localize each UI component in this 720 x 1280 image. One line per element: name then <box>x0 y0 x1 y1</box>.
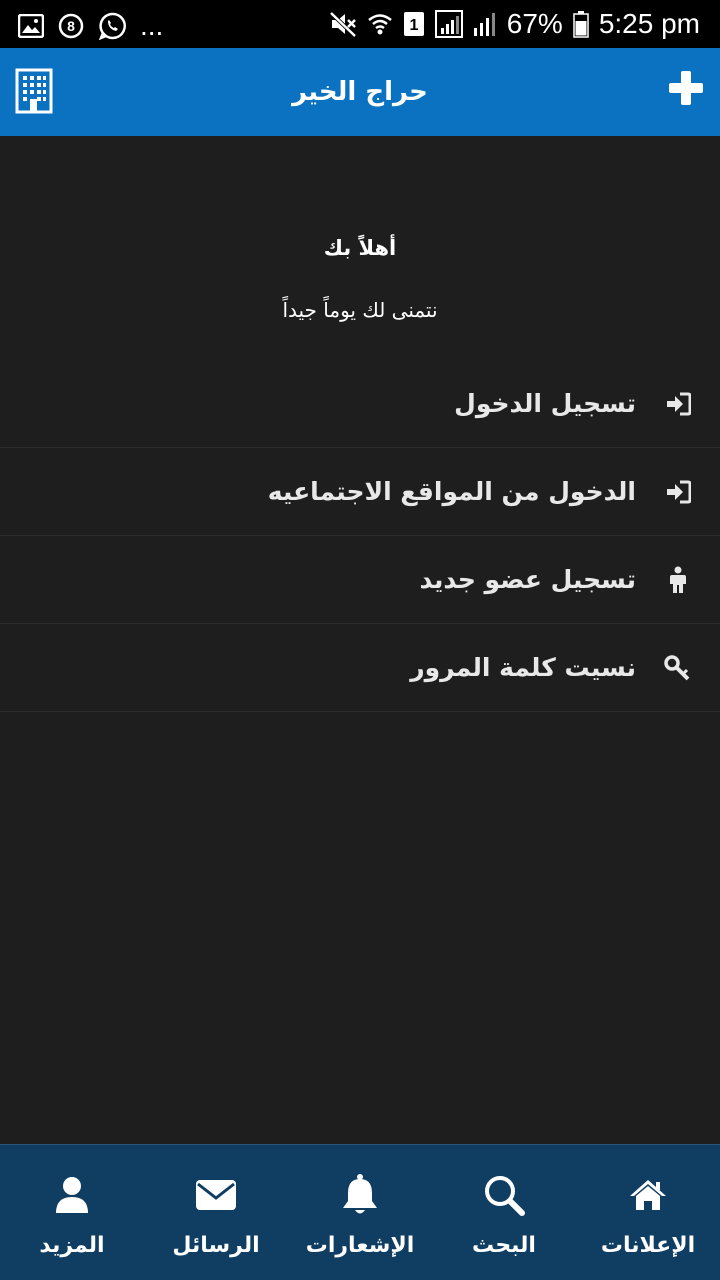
app-header: حراج الخير <box>0 48 720 136</box>
nav-label: الإعلانات <box>600 1233 696 1258</box>
menu-item-login[interactable]: تسجيل الدخول <box>0 360 720 448</box>
menu-item-label: الدخول من المواقع الاجتماعيه <box>267 477 636 506</box>
mute-icon <box>329 10 357 38</box>
account-menu: تسجيل الدخول الدخول من المواقع الاجتماعي… <box>0 360 720 712</box>
key-icon <box>664 654 692 682</box>
app-8-icon: 8 <box>58 13 84 39</box>
status-overflow: ... <box>140 10 164 41</box>
sign-in-icon <box>664 390 692 418</box>
nav-label: الرسائل <box>172 1233 260 1258</box>
nav-item-ads[interactable]: الإعلانات <box>576 1145 720 1280</box>
bell-icon <box>338 1171 382 1219</box>
nav-label: البحث <box>472 1233 536 1258</box>
nav-label: الإشعارات <box>305 1233 415 1258</box>
wifi-icon <box>367 11 393 37</box>
whatsapp-icon <box>98 12 126 40</box>
nav-item-more[interactable]: المزيد <box>0 1145 144 1280</box>
menu-item-label: نسيت كلمة المرور <box>410 653 636 682</box>
user-icon <box>50 1171 94 1219</box>
nav-item-messages[interactable]: الرسائل <box>144 1145 288 1280</box>
sim-label: 1 <box>409 17 418 34</box>
menu-item-social-login[interactable]: الدخول من المواقع الاجتماعيه <box>0 448 720 536</box>
menu-item-forgot-password[interactable]: نسيت كلمة المرور <box>0 624 720 712</box>
sim-1-icon: 1 <box>403 11 425 37</box>
envelope-icon <box>194 1171 238 1219</box>
status-bar: 8 ... 1 67% 5:25 pm <box>0 0 720 48</box>
battery-percent: 67% <box>506 8 563 39</box>
status-right-icons: 1 67% 5:25 pm <box>329 8 700 40</box>
welcome-title: أهلاً بك <box>323 236 397 260</box>
status-time: 5:25 pm <box>598 8 700 39</box>
plus-icon[interactable] <box>668 70 704 106</box>
signal-icon <box>434 10 463 38</box>
app-8-badge: 8 <box>67 18 75 34</box>
sign-in-icon <box>664 478 692 506</box>
home-icon <box>626 1171 670 1219</box>
battery-icon <box>573 10 589 38</box>
menu-item-label: تسجيل عضو جديد <box>419 565 636 594</box>
person-icon <box>664 566 692 594</box>
signal-icon <box>473 10 497 38</box>
search-icon <box>482 1171 526 1219</box>
bottom-nav: الإعلانات البحث الإشعارات الرسائل المزيد <box>0 1144 720 1280</box>
nav-item-search[interactable]: البحث <box>432 1145 576 1280</box>
nav-item-notifications[interactable]: الإشعارات <box>288 1145 432 1280</box>
image-icon <box>18 14 44 38</box>
page-title: حراج الخير <box>292 77 428 107</box>
nav-label: المزيد <box>39 1233 105 1258</box>
welcome-subtitle: نتمنى لك يوماً جيداً <box>282 298 438 322</box>
menu-item-register[interactable]: تسجيل عضو جديد <box>0 536 720 624</box>
menu-item-label: تسجيل الدخول <box>454 389 636 418</box>
status-left-icons: 8 ... <box>18 10 163 42</box>
